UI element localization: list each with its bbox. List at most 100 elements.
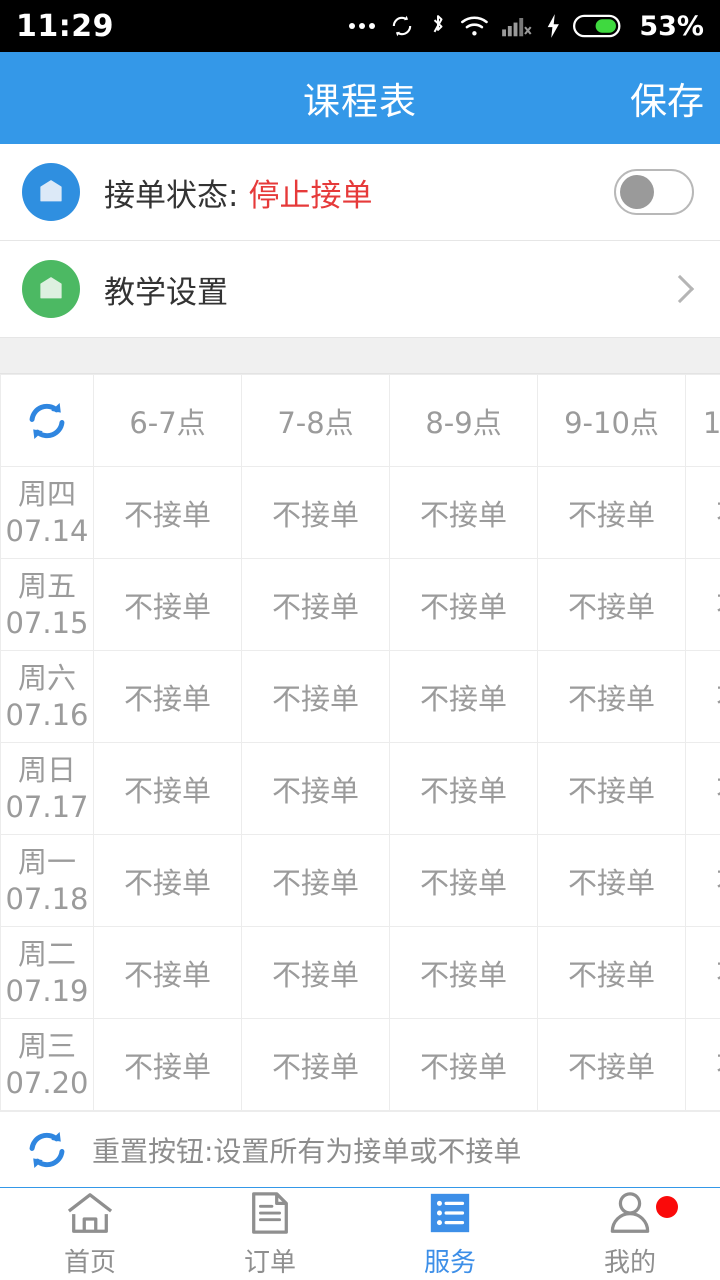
schedule-table-wrap[interactable]: 6-7点 7-8点 8-9点 9-10点 10-11点 周四 07.14 不接单… [0,374,720,1111]
slot-cell[interactable]: 不接单 [389,834,538,927]
list-icon [430,1193,470,1232]
table-row: 周日 07.17 不接单 不接单 不接单 不接单 不接单 [0,742,720,835]
battery-icon [573,14,621,38]
slot-header[interactable]: 7-8点 [241,374,390,467]
slot-cell[interactable]: 不接单 [685,466,720,559]
clipboard-icon [22,163,80,221]
slot-cell[interactable]: 不接单 [389,650,538,743]
nav-label-home: 首页 [63,1247,116,1278]
day-cell: 周四 07.14 [0,466,94,559]
nav-item-order[interactable]: 订单 [180,1188,360,1280]
table-row: 周三 07.20 不接单 不接单 不接单 不接单 不接单 [0,1018,720,1111]
slot-cell[interactable]: 不接单 [389,742,538,835]
day-weekday: 周一 [17,845,76,880]
slot-cell[interactable]: 不接单 [389,466,538,559]
slot-cell[interactable]: 不接单 [241,742,390,835]
slot-cell[interactable]: 不接单 [241,558,390,651]
slot-cell[interactable]: 不接单 [685,1018,720,1111]
page-header: 课程表 保存 [0,52,720,144]
day-cell: 周五 07.15 [0,558,94,651]
slot-header[interactable]: 6-7点 [93,374,242,467]
order-status-toggle[interactable] [614,169,694,215]
order-status-value: 停止接单 [248,177,373,214]
person-icon [610,1191,650,1233]
reset-bar[interactable]: 重置按钮:设置所有为接单或不接单 [0,1111,720,1189]
battery-percent: 53% [639,10,704,42]
slot-cell[interactable]: 不接单 [93,742,242,835]
slot-cell[interactable]: 不接单 [93,650,242,743]
slot-cell[interactable]: 不接单 [537,466,686,559]
slot-cell[interactable]: 不接单 [537,558,686,651]
slot-cell[interactable]: 不接单 [93,558,242,651]
bluetooth-icon [433,15,443,33]
nav-item-home[interactable]: 首页 [0,1188,180,1280]
table-row: 周四 07.14 不接单 不接单 不接单 不接单 不接单 [0,466,720,559]
status-bar: 11:29 53% [0,0,720,52]
save-button[interactable]: 保存 [630,71,704,125]
section-divider [0,338,720,374]
reset-hint-text: 重置按钮:设置所有为接单或不接单 [92,1134,522,1168]
chevron-right-icon [665,274,695,304]
day-cell: 周一 07.18 [0,834,94,927]
day-date: 07.20 [5,1065,89,1100]
day-date: 07.16 [5,697,89,732]
slot-cell[interactable]: 不接单 [241,650,390,743]
slot-header[interactable]: 10-11点 [685,374,720,467]
day-date: 07.17 [5,789,89,824]
nav-label-service: 服务 [423,1247,476,1278]
slot-cell[interactable]: 不接单 [389,558,538,651]
slot-cell[interactable]: 不接单 [389,926,538,1019]
slot-cell[interactable]: 不接单 [389,1018,538,1111]
app-root: 11:29 53% 课程表 保存 接单状态: 停止接单 教学设置 6-7点 7-… [0,0,720,1280]
slot-cell[interactable]: 不接单 [93,926,242,1019]
schedule-refresh-button[interactable] [0,374,94,467]
slot-cell[interactable]: 不接单 [537,926,686,1019]
slot-cell[interactable]: 不接单 [93,466,242,559]
order-status-label: 接单状态: [104,177,239,214]
bottom-nav: 首页 订单 服务 我的 [0,1188,720,1280]
slot-header[interactable]: 8-9点 [389,374,538,467]
slot-cell[interactable]: 不接单 [685,926,720,1019]
table-row: 周二 07.19 不接单 不接单 不接单 不接单 不接单 [0,926,720,1019]
day-cell: 周六 07.16 [0,650,94,743]
day-date: 07.19 [5,973,89,1008]
slot-cell[interactable]: 不接单 [93,1018,242,1111]
slot-cell[interactable]: 不接单 [537,742,686,835]
signal-bars-no-service-icon [502,18,532,37]
slot-cell[interactable]: 不接单 [685,834,720,927]
refresh-sync-icon [29,402,65,439]
slot-cell[interactable]: 不接单 [93,834,242,927]
slot-cell[interactable]: 不接单 [685,650,720,743]
nav-item-profile[interactable]: 我的 [540,1188,720,1280]
slot-cell[interactable]: 不接单 [241,834,390,927]
day-cell: 周日 07.17 [0,742,94,835]
slot-cell[interactable]: 不接单 [685,742,720,835]
refresh-sync-icon[interactable] [24,1127,70,1173]
day-weekday: 周四 [17,477,76,512]
sync-rotate-icon [393,15,412,37]
slot-cell[interactable]: 不接单 [685,558,720,651]
nav-label-order: 订单 [243,1247,296,1278]
slot-cell[interactable]: 不接单 [537,1018,686,1111]
nav-item-service[interactable]: 服务 [360,1188,540,1280]
slot-header[interactable]: 9-10点 [537,374,686,467]
document-icon [252,1191,288,1234]
page-title: 课程表 [303,80,417,123]
slot-cell[interactable]: 不接单 [537,650,686,743]
slot-cell[interactable]: 不接单 [241,926,390,1019]
wifi-icon [461,16,489,36]
status-icons: 53% [349,11,704,42]
slot-cell[interactable]: 不接单 [241,1018,390,1111]
nav-label-profile: 我的 [603,1247,656,1278]
schedule-body: 6-7点 7-8点 8-9点 9-10点 10-11点 周四 07.14 不接单… [0,374,720,1111]
day-weekday: 周二 [17,937,76,972]
notification-badge [656,1196,678,1218]
toggle-knob [620,175,654,209]
slot-cell[interactable]: 不接单 [537,834,686,927]
table-row: 周一 07.18 不接单 不接单 不接单 不接单 不接单 [0,834,720,927]
slot-cell[interactable]: 不接单 [241,466,390,559]
order-status-row[interactable]: 接单状态: 停止接单 [0,144,720,241]
charging-bolt-icon [548,14,560,38]
home-icon [67,1192,113,1233]
teaching-settings-row[interactable]: 教学设置 [0,241,720,338]
